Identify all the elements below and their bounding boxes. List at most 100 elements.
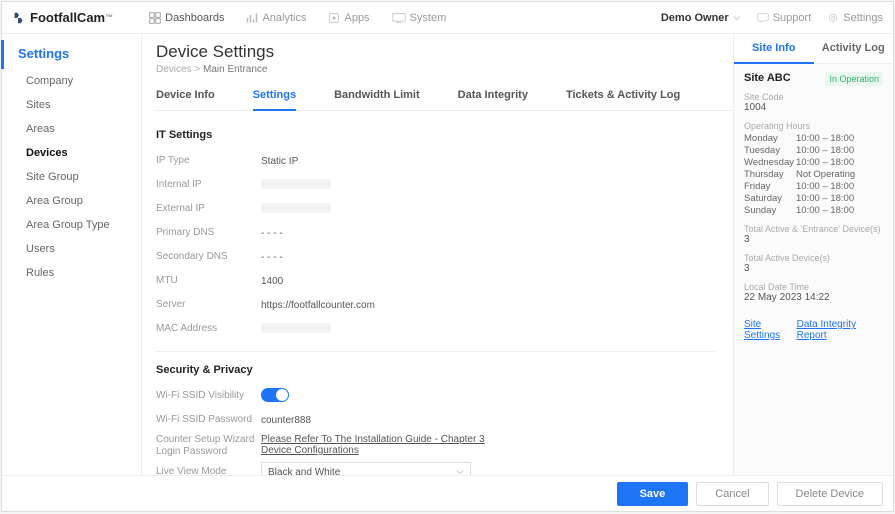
tabs: Device Info Settings Bandwidth Limit Dat… [156,83,733,111]
right-content: Site ABC In Operation Site Code 1004 Ope… [734,64,893,511]
external-ip-label: External IP [156,203,261,215]
active-devices-value: 3 [744,263,883,274]
site-code-label: Site Code [744,92,883,102]
tab-tickets[interactable]: Tickets & Activity Log [566,89,680,110]
footer: Save Cancel Delete Device [2,475,893,511]
top-right: Demo Owner Support Settings [661,12,883,24]
active-devices-label: Total Active Device(s) [744,253,883,263]
nav-system[interactable]: System [392,12,447,24]
support-icon [757,12,769,24]
site-settings-link[interactable]: Site Settings [744,319,797,341]
support-label: Support [773,12,812,24]
nav-apps-label: Apps [344,12,369,24]
ip-type-label: IP Type [156,155,261,167]
sidebar-item-areas[interactable]: Areas [2,117,141,141]
hours-val: 10:00 – 18:00 [796,181,883,192]
active-entrance-value: 3 [744,234,883,245]
hours-day: Tuesday [744,145,796,156]
wifi-vis-label: Wi-Fi SSID Visibility [156,390,261,402]
hours-day: Sunday [744,205,796,216]
settings-label: Settings [843,12,883,24]
topbar: FootfallCam™ Dashboards Analytics Apps S… [2,2,893,34]
crumb-root[interactable]: Devices [156,64,192,75]
brand-tm: ™ [105,13,113,22]
op-hours-label: Operating Hours [744,121,883,131]
crumb-current: Main Entrance [203,64,267,75]
primary-dns-value: - - - - [261,228,283,239]
top-nav: Dashboards Analytics Apps System [149,12,446,24]
server-value: https://footfallcounter.com [261,300,375,311]
hours-val: Not Operating [796,169,883,180]
tab-integrity[interactable]: Data Integrity [458,89,528,110]
mtu-value: 1400 [261,276,283,287]
op-hours: Monday10:00 – 18:00 Tuesday10:00 – 18:00… [744,133,883,216]
tab-bandwidth[interactable]: Bandwidth Limit [334,89,420,110]
hours-val: 10:00 – 18:00 [796,157,883,168]
external-ip-value [261,203,331,216]
site-name: Site ABC [744,72,791,84]
owner-name: Demo Owner [661,12,729,24]
right-tabs: Site Info Activity Log [734,34,893,64]
wizard-guide-link[interactable]: Please Refer To The Installation Guide -… [261,434,491,456]
data-integrity-link[interactable]: Data Integrity Report [797,319,883,341]
internal-ip-label: Internal IP [156,179,261,191]
brand-logo: FootfallCam™ [12,10,113,25]
tab-device-info[interactable]: Device Info [156,89,215,110]
sidebar: Settings Company Sites Areas Devices Sit… [2,34,142,511]
brand-name: FootfallCam [30,10,105,25]
hours-day: Thursday [744,169,796,180]
active-entrance-label: Total Active & 'Entrance' Device(s) [744,224,883,234]
hours-val: 10:00 – 18:00 [796,205,883,216]
crumb-sep: > [192,64,203,75]
secondary-dns-value: - - - - [261,252,283,263]
breadcrumb: Devices > Main Entrance [156,64,733,75]
hours-day: Saturday [744,193,796,204]
wifi-visibility-toggle[interactable] [261,388,289,402]
hours-day: Monday [744,133,796,144]
nav-apps[interactable]: Apps [328,12,369,24]
sidebar-item-users[interactable]: Users [2,237,141,261]
sidebar-item-area-group[interactable]: Area Group [2,189,141,213]
nav-dashboards[interactable]: Dashboards [149,12,224,24]
hours-day: Friday [744,181,796,192]
analytics-icon [246,12,258,24]
nav-analytics[interactable]: Analytics [246,12,306,24]
sidebar-item-sites[interactable]: Sites [2,93,141,117]
rtab-activity-log[interactable]: Activity Log [814,34,894,63]
page-title: Device Settings [156,42,733,62]
rtab-site-info[interactable]: Site Info [734,34,814,64]
sidebar-item-company[interactable]: Company [2,69,141,93]
mac-value [261,323,331,336]
wifi-pwd-label: Wi-Fi SSID Password [156,414,261,426]
site-code-value: 1004 [744,102,883,113]
save-button[interactable]: Save [617,482,689,506]
delete-device-button[interactable]: Delete Device [777,482,883,506]
primary-dns-label: Primary DNS [156,227,261,239]
content: IT Settings IP TypeStatic IP Internal IP… [156,111,733,511]
secondary-dns-label: Secondary DNS [156,251,261,263]
cancel-button[interactable]: Cancel [696,482,768,506]
owner-menu[interactable]: Demo Owner [661,12,741,24]
ip-type-value: Static IP [261,156,298,167]
sidebar-item-area-group-type[interactable]: Area Group Type [2,213,141,237]
tab-settings[interactable]: Settings [253,89,296,111]
footfallcam-icon [12,11,26,25]
nav-system-label: System [410,12,447,24]
security-heading: Security & Privacy [156,364,715,376]
sidebar-item-rules[interactable]: Rules [2,261,141,285]
chevron-down-icon [733,14,741,22]
wizard-pwd-label: Counter Setup Wizard Login Password [156,434,261,458]
support-link[interactable]: Support [757,12,812,24]
nav-analytics-label: Analytics [262,12,306,24]
hours-val: 10:00 – 18:00 [796,145,883,156]
sidebar-item-site-group[interactable]: Site Group [2,165,141,189]
mtu-label: MTU [156,275,261,287]
it-settings-heading: IT Settings [156,129,715,141]
nav-dashboards-label: Dashboards [165,12,224,24]
sidebar-title[interactable]: Settings [1,40,141,69]
mac-label: MAC Address [156,323,261,335]
hours-day: Wednesday [744,157,796,168]
settings-link[interactable]: Settings [827,12,883,24]
hours-val: 10:00 – 18:00 [796,133,883,144]
sidebar-item-devices[interactable]: Devices [2,141,141,165]
